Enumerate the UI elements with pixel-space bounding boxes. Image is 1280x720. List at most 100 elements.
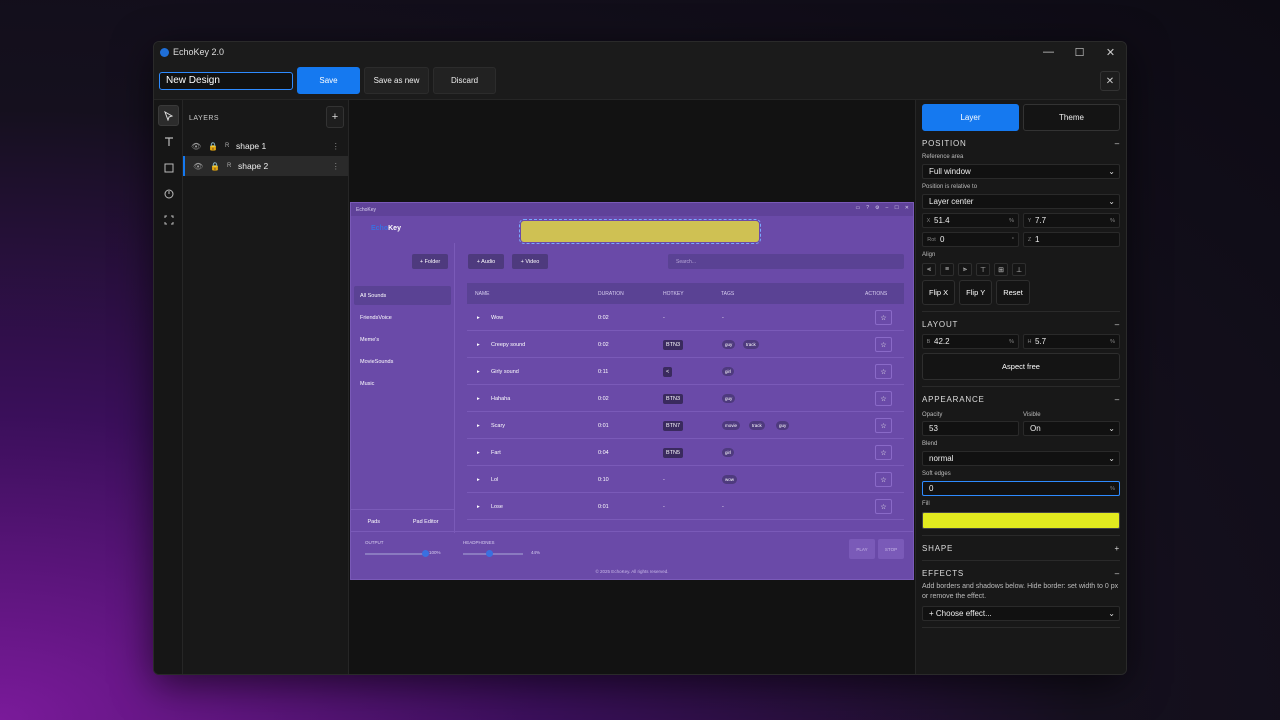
sound-name: Scary: [491, 422, 506, 429]
sound-hotkey: -: [663, 476, 665, 483]
play-icon: ▸: [477, 314, 480, 321]
play-icon: ▸: [477, 503, 480, 510]
star-icon: ☆: [875, 337, 892, 352]
layers-panel: LAYERS + 👁 🔒 R shape 1 ⋮ 👁 🔒 R shape 2 ⋮: [183, 100, 349, 674]
blend-select[interactable]: normal ⌄: [922, 451, 1120, 466]
star-icon: ☆: [875, 445, 892, 460]
play-icon: ▸: [477, 449, 480, 456]
preview-category: FriendsVoice: [360, 314, 392, 321]
reset-button[interactable]: Reset: [996, 280, 1030, 305]
more-icon[interactable]: ⋮: [332, 161, 341, 172]
app-window: EchoKey 2.0 — ☐ ✕ Save Save as new Disca…: [153, 41, 1127, 675]
height-field[interactable]: H 5.7%: [1023, 334, 1120, 349]
add-layer-button[interactable]: +: [326, 106, 344, 128]
x-field[interactable]: X 51.4%: [922, 213, 1019, 228]
discard-button[interactable]: Discard: [433, 67, 496, 94]
visible-select[interactable]: On ⌄: [1023, 421, 1120, 436]
eye-icon[interactable]: 👁: [191, 142, 208, 151]
save-as-new-button[interactable]: Save as new: [364, 67, 429, 94]
close-editor-button[interactable]: ✕: [1100, 71, 1120, 91]
design-canvas[interactable]: EchoKey ▭? ⚙ – ☐ ✕ EchoKey + Folder All Soun…: [349, 100, 915, 674]
close-window-button[interactable]: ✕: [1095, 42, 1126, 62]
flip-x-button[interactable]: Flip X: [922, 280, 956, 305]
align-left-icon[interactable]: ⫷: [922, 263, 936, 276]
sound-hotkey: BTN7: [663, 421, 684, 431]
sound-tag: -: [722, 503, 724, 510]
reference-area-label: Reference area: [922, 154, 964, 160]
play-icon: ▸: [477, 476, 480, 483]
maximize-button[interactable]: ☐: [1064, 42, 1095, 62]
preview-headphones-pct: 44%: [531, 550, 541, 555]
eye-icon[interactable]: 👁: [193, 162, 210, 171]
sound-tag: -: [722, 314, 724, 321]
effects-section-header[interactable]: EFFECTS –: [922, 569, 1120, 579]
align-bottom-icon[interactable]: ⊥: [1012, 263, 1026, 276]
align-middle-icon[interactable]: ⊞: [994, 263, 1008, 276]
relative-to-select[interactable]: Layer center ⌄: [922, 194, 1120, 209]
frame-tool-icon[interactable]: [158, 209, 179, 230]
play-icon: ▸: [477, 341, 480, 348]
reference-area-select[interactable]: Full window ⌄: [922, 164, 1120, 179]
layer-type: R: [227, 163, 232, 169]
rotation-field[interactable]: Rot 0 °: [922, 232, 1019, 247]
opacity-label: Opacity: [922, 412, 943, 418]
sound-tag: guy: [776, 421, 790, 430]
shape-section-header[interactable]: SHAPE +: [922, 544, 1120, 554]
lock-icon[interactable]: 🔒: [210, 162, 227, 171]
save-button[interactable]: Save: [297, 67, 360, 94]
effects-note: Add borders and shadows below. Hide bord…: [922, 583, 1119, 600]
star-icon: ☆: [875, 391, 892, 406]
play-icon: ▸: [477, 422, 480, 429]
align-center-icon[interactable]: ≡: [940, 263, 954, 276]
more-icon[interactable]: ⋮: [332, 141, 341, 152]
preview-output-knob: [422, 550, 429, 557]
chevron-down-icon: ⌄: [1108, 424, 1115, 433]
preview-sound-row: ▸ Wow 0:02 - - ☆: [467, 305, 904, 331]
soft-edges-field[interactable]: 0%: [922, 481, 1120, 496]
preview-table-header: NAME DURATION HOTKEY TAGS ACTIONS: [467, 283, 904, 304]
design-name-input[interactable]: [159, 71, 293, 90]
text-tool-icon[interactable]: [158, 131, 179, 152]
app-logo-icon: [160, 47, 169, 57]
preview-main: + Audio + Video Search... NAME DURATION …: [456, 243, 913, 533]
aspect-free-button[interactable]: Aspect free: [922, 353, 1120, 380]
sound-tag: track: [749, 421, 765, 430]
y-field[interactable]: Y 7.7%: [1023, 213, 1120, 228]
preview-title-bar: EchoKey: [351, 203, 913, 216]
app-preview: EchoKey ▭? ⚙ – ☐ ✕ EchoKey + Folder All Soun…: [350, 202, 914, 580]
tab-theme[interactable]: Theme: [1023, 104, 1120, 131]
lock-icon[interactable]: 🔒: [208, 142, 225, 151]
position-section-header[interactable]: POSITION –: [922, 139, 1120, 149]
fill-color-swatch[interactable]: [922, 512, 1120, 529]
layer-row[interactable]: 👁 🔒 R shape 2 ⋮: [183, 156, 348, 176]
rectangle-tool-icon[interactable]: [158, 157, 179, 178]
width-field[interactable]: B 42.2%: [922, 334, 1019, 349]
layers-title: LAYERS: [189, 114, 220, 122]
align-right-icon[interactable]: ⫸: [958, 263, 972, 276]
select-tool-icon[interactable]: [158, 105, 179, 126]
fill-label: Fill: [922, 501, 930, 507]
preview-category: Meme's: [360, 336, 380, 343]
minimize-button[interactable]: —: [1033, 42, 1064, 62]
choose-effect-select[interactable]: + Choose effect... ⌄: [922, 606, 1120, 621]
sound-duration: 0:02: [598, 395, 609, 402]
layer-row[interactable]: 👁 🔒 R shape 1 ⋮: [183, 136, 348, 156]
appearance-section-header[interactable]: APPEARANCE –: [922, 395, 1120, 405]
sound-tag: guy: [722, 394, 736, 403]
preview-sidebar: + Folder All Sounds FriendsVoice Meme's …: [351, 243, 455, 533]
align-top-icon[interactable]: ⊤: [976, 263, 990, 276]
sound-hotkey: -: [663, 314, 665, 321]
layout-section-header[interactable]: LAYOUT –: [922, 320, 1120, 330]
properties-panel: Layer Theme POSITION – Reference area Ful…: [915, 100, 1126, 674]
window-controls: — ☐ ✕: [1033, 42, 1126, 62]
opacity-field[interactable]: 53: [922, 421, 1019, 436]
flip-y-button[interactable]: Flip Y: [959, 280, 993, 305]
sound-tag: guy: [722, 340, 736, 349]
preview-sound-row: ▸ Fart 0:04 BTN5 girl ☆: [467, 440, 904, 466]
chevron-down-icon: ⌄: [1108, 197, 1115, 206]
z-index-field[interactable]: Z1: [1023, 232, 1120, 247]
circle-tool-icon[interactable]: [158, 183, 179, 204]
tab-layer[interactable]: Layer: [922, 104, 1019, 131]
chevron-down-icon: ⌄: [1108, 609, 1115, 618]
selected-shape-2[interactable]: [519, 219, 761, 244]
